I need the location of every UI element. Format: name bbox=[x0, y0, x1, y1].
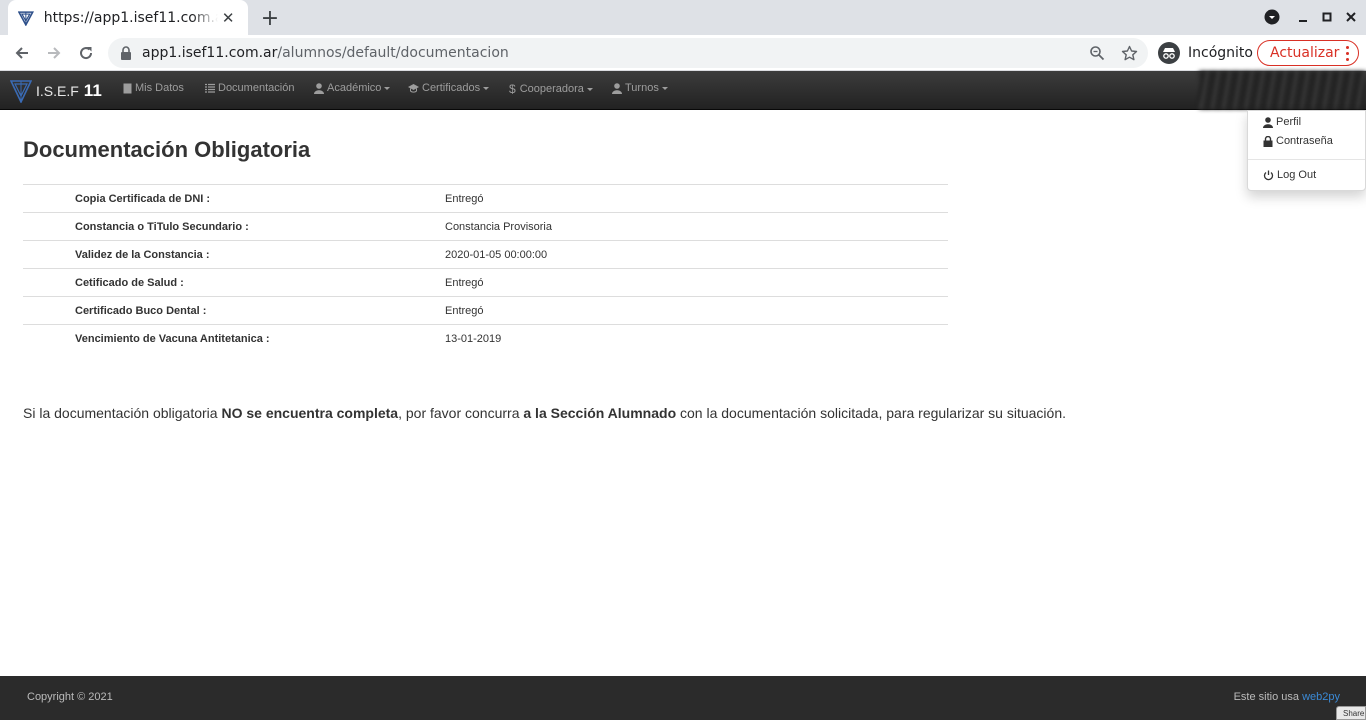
menu-divider bbox=[1248, 159, 1365, 160]
row-label: Vencimiento de Vacuna Antitetanica : bbox=[75, 333, 270, 345]
menu-item-logout[interactable]: Log Out bbox=[1263, 169, 1316, 181]
url-host: app1.isef11.com.ar bbox=[142, 45, 278, 61]
user-icon bbox=[1263, 116, 1273, 128]
list-icon bbox=[205, 83, 215, 93]
row-label: Validez de la Constancia : bbox=[75, 249, 210, 261]
row-value: Entregó bbox=[445, 305, 484, 317]
graduation-cap-icon bbox=[408, 83, 419, 93]
browser-tab[interactable]: https://app1.isef11.com.ar/alumnos/defau… bbox=[8, 0, 248, 35]
reload-icon[interactable] bbox=[73, 40, 99, 66]
isef-favicon-icon bbox=[18, 10, 34, 26]
address-bar[interactable]: app1.isef11.com.ar/alumnos/default/docum… bbox=[108, 38, 1148, 68]
row-label: Constancia o TiTulo Secundario : bbox=[75, 221, 249, 233]
site-footer: Copyright © 2021 Este sitio usa web2py S… bbox=[0, 676, 1366, 720]
menu-item-label: Log Out bbox=[1277, 169, 1317, 181]
nav-certificados[interactable]: Certificados bbox=[408, 82, 490, 94]
browser-toolbar: app1.isef11.com.ar/alumnos/default/docum… bbox=[0, 35, 1366, 71]
site-navbar: I.S.E.F 11 Mis Datos Documentación Acadé… bbox=[0, 71, 1366, 110]
user-icon bbox=[612, 82, 622, 94]
nav-turnos[interactable]: Turnos bbox=[612, 82, 668, 94]
row-value: Entregó bbox=[445, 277, 484, 289]
notice-bold-text: NO se encuentra completa bbox=[221, 405, 399, 421]
more-menu-icon[interactable] bbox=[1346, 46, 1350, 61]
user-menu-toggle[interactable] bbox=[1199, 71, 1366, 109]
notice-text: , por favor concurra bbox=[398, 405, 524, 421]
caret-down-icon bbox=[586, 87, 593, 91]
page-title: Documentación Obligatoria bbox=[23, 137, 311, 162]
browser-tabstrip: https://app1.isef11.com.ar/alumnos/defau… bbox=[0, 0, 1366, 35]
url-path: /alumnos/default/documentacion bbox=[277, 45, 509, 61]
menu-item-contrasena[interactable]: Contraseña bbox=[1263, 135, 1333, 147]
share-button[interactable]: Share bbox=[1336, 706, 1366, 720]
row-value: Entregó bbox=[445, 193, 484, 205]
brand-number: 11 bbox=[83, 81, 102, 100]
minimize-icon[interactable] bbox=[1294, 8, 1312, 26]
update-label: Actualizar bbox=[1270, 45, 1340, 61]
new-tab-icon[interactable]: + bbox=[258, 6, 282, 31]
nav-label: Mis Datos bbox=[135, 82, 184, 94]
nav-label: Certificados bbox=[422, 82, 481, 94]
powered-by: Este sitio usa web2py bbox=[1234, 691, 1340, 703]
menu-item-perfil[interactable]: Perfil bbox=[1263, 116, 1301, 128]
incognito-icon bbox=[1158, 42, 1180, 64]
nav-mis-datos[interactable]: Mis Datos bbox=[123, 82, 184, 94]
tab-close-icon[interactable]: ✕ bbox=[218, 8, 238, 28]
user-icon bbox=[314, 82, 324, 94]
row-value: 13-01-2019 bbox=[445, 333, 502, 345]
file-icon bbox=[123, 83, 132, 94]
dollar-icon: $ bbox=[509, 82, 516, 96]
tab-search-icon[interactable] bbox=[1263, 8, 1281, 26]
close-window-icon[interactable] bbox=[1342, 8, 1360, 26]
nav-cooperadora[interactable]: $ Cooperadora bbox=[509, 82, 593, 96]
caret-down-icon bbox=[483, 86, 490, 90]
table-row: Vencimiento de Vacuna Antitetanica : 13-… bbox=[23, 324, 948, 352]
table-row: Constancia o TiTulo Secundario : Constan… bbox=[23, 212, 948, 240]
bookmark-star-icon[interactable] bbox=[1120, 44, 1138, 62]
brand-text: I.S.E.F bbox=[36, 83, 79, 99]
incognito-indicator[interactable]: Incógnito bbox=[1158, 41, 1253, 65]
maximize-icon[interactable] bbox=[1318, 8, 1336, 26]
power-icon bbox=[1263, 170, 1274, 181]
table-row: Validez de la Constancia : 2020-01-05 00… bbox=[23, 240, 948, 268]
documentation-table: Copia Certificada de DNI : Entregó Const… bbox=[23, 184, 948, 352]
web2py-link[interactable]: web2py bbox=[1302, 691, 1340, 703]
nav-label: Académico bbox=[327, 82, 382, 94]
zoom-icon[interactable] bbox=[1088, 44, 1106, 62]
menu-item-label: Contraseña bbox=[1276, 135, 1333, 147]
nav-label: Documentación bbox=[218, 82, 295, 94]
caret-down-icon bbox=[384, 86, 391, 90]
table-row: Copia Certificada de DNI : Entregó bbox=[23, 184, 948, 212]
table-row: Cetificado de Salud : Entregó bbox=[23, 268, 948, 296]
caret-down-icon bbox=[661, 86, 668, 90]
isef-logo-icon bbox=[10, 80, 32, 103]
lock-icon[interactable] bbox=[120, 46, 132, 60]
documentation-notice: Si la documentación obligatoria NO se en… bbox=[23, 405, 1066, 421]
row-value: 2020-01-05 00:00:00 bbox=[445, 249, 548, 261]
user-dropdown-menu: Perfil Contraseña Log Out bbox=[1247, 110, 1366, 191]
table-row: Certificado Buco Dental : Entregó bbox=[23, 296, 948, 324]
notice-text: con la documentación solicitada, para re… bbox=[676, 405, 1067, 421]
notice-text: Si la documentación obligatoria bbox=[23, 405, 222, 421]
powered-text: Este sitio usa bbox=[1233, 691, 1303, 703]
menu-item-label: Perfil bbox=[1276, 116, 1302, 128]
nav-academico[interactable]: Académico bbox=[314, 82, 391, 94]
forward-icon[interactable] bbox=[41, 40, 67, 66]
nav-label: Cooperadora bbox=[519, 83, 584, 95]
incognito-label: Incógnito bbox=[1188, 45, 1253, 61]
lock-icon bbox=[1263, 135, 1273, 147]
tab-title: https://app1.isef11.com.ar/alumnos/defau… bbox=[43, 9, 219, 26]
nav-documentacion[interactable]: Documentación bbox=[205, 82, 294, 94]
update-button[interactable]: Actualizar bbox=[1257, 40, 1359, 66]
copyright-text: Copyright © 2021 bbox=[27, 691, 113, 703]
back-icon[interactable] bbox=[9, 40, 35, 66]
notice-bold-text: a la Sección Alumnado bbox=[523, 405, 677, 421]
row-label: Cetificado de Salud : bbox=[75, 277, 184, 289]
row-label: Certificado Buco Dental : bbox=[75, 305, 207, 317]
row-value: Constancia Provisoria bbox=[445, 221, 552, 233]
row-label: Copia Certificada de DNI : bbox=[75, 193, 211, 205]
brand-link[interactable]: I.S.E.F 11 bbox=[10, 79, 102, 103]
nav-label: Turnos bbox=[625, 82, 659, 94]
